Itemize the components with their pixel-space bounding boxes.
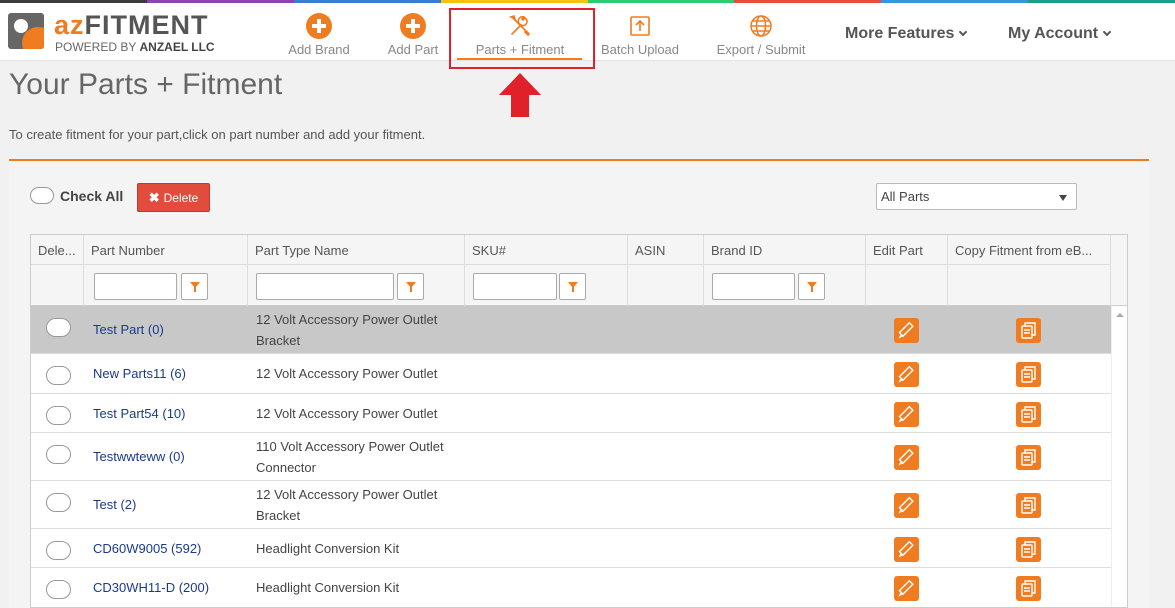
edit-part-button[interactable] [894, 318, 919, 343]
parts-grid: Dele... Part Number Part Type Name SKU# … [30, 234, 1128, 608]
filter-icon[interactable] [798, 273, 825, 300]
part-type-name: 110 Volt Accessory Power Outlet Connecto… [256, 439, 444, 475]
check-all-checkbox[interactable] [30, 187, 54, 204]
part-type-name: Headlight Conversion Kit [256, 580, 400, 595]
row-select-checkbox[interactable] [46, 318, 71, 337]
edit-part-button[interactable] [894, 493, 919, 518]
nav-export-submit[interactable]: Export / Submit [714, 3, 808, 61]
column-header-sku[interactable]: SKU# [465, 235, 628, 306]
chevron-down-icon [1102, 27, 1112, 37]
instruction-text: To create fitment for your part,click on… [9, 127, 426, 142]
delete-button[interactable]: ✖ Delete [137, 183, 210, 212]
my-account-dropdown[interactable]: My Account [1008, 25, 1112, 43]
globe-icon [750, 15, 772, 37]
part-type-name: Headlight Conversion Kit [256, 540, 400, 556]
table-row[interactable]: Testwwteww (0) 110 Volt Accessory Power O… [31, 433, 1111, 481]
brand-id-filter-input[interactable] [712, 273, 795, 300]
page-title: Your Parts + Fitment [9, 68, 283, 101]
copy-fitment-button[interactable] [1016, 362, 1041, 387]
part-type-name: 12 Volt Accessory Power Outlet Bracket [256, 312, 438, 348]
copy-fitment-button[interactable] [1016, 536, 1041, 562]
azfitment-logo[interactable]: azFITMENT POWERED BY ANZAEL LLC [8, 11, 218, 55]
filter-icon[interactable] [397, 273, 424, 300]
more-features-dropdown[interactable]: More Features [845, 25, 968, 43]
nav-batch-upload[interactable]: Batch Upload [600, 3, 680, 61]
parts-filter-select[interactable]: All Parts [876, 183, 1077, 210]
plus-circle-icon [400, 13, 426, 39]
part-number-link[interactable]: Testwwteww (0) [93, 449, 185, 464]
plus-circle-icon [306, 13, 332, 39]
column-header-part-number[interactable]: Part Number [84, 235, 248, 306]
column-header-brand-id[interactable]: Brand ID [704, 235, 866, 306]
part-number-link[interactable]: CD30WH11-D (200) [93, 580, 209, 595]
grid-header: Dele... Part Number Part Type Name SKU# … [31, 235, 1127, 306]
part-type-name: 12 Volt Accessory Power Outlet [256, 366, 438, 381]
upload-icon [630, 16, 650, 36]
column-header-edit-part: Edit Part [866, 235, 948, 306]
part-number-link[interactable]: New Parts11 (6) [93, 366, 186, 381]
table-row[interactable]: CD60W9005 (592) Headlight Conversion Kit [31, 529, 1111, 568]
edit-part-button[interactable] [894, 576, 919, 601]
copy-fitment-button[interactable] [1016, 445, 1041, 470]
part-number-link[interactable]: Test Part (0) [93, 322, 164, 337]
logo-mark-icon [8, 13, 44, 49]
part-number-link[interactable]: Test (2) [93, 497, 136, 512]
row-select-checkbox[interactable] [46, 406, 71, 425]
edit-part-button[interactable] [894, 362, 919, 387]
table-row[interactable]: New Parts11 (6) 12 Volt Accessory Power O… [31, 354, 1111, 394]
nav-add-brand[interactable]: Add Brand [282, 3, 356, 61]
table-row[interactable]: CD30WH11-D (200) Headlight Conversion Kit [31, 568, 1111, 607]
arrow-up-icon [499, 73, 541, 117]
part-number-filter-input[interactable] [94, 273, 177, 300]
column-header-copy-fitment: Copy Fitment from eB... [948, 235, 1111, 306]
copy-fitment-button[interactable] [1016, 576, 1041, 601]
row-select-checkbox[interactable] [46, 493, 71, 512]
copy-fitment-button[interactable] [1016, 401, 1041, 427]
edit-part-button[interactable] [894, 445, 919, 470]
part-number-link[interactable]: Test Part54 (10) [93, 406, 186, 421]
edit-part-button[interactable] [894, 401, 919, 427]
nav-add-part[interactable]: Add Part [382, 3, 444, 61]
column-header-delete: Dele... [31, 235, 84, 306]
table-row[interactable]: Test (2) 12 Volt Accessory Power Outlet B… [31, 481, 1111, 529]
row-select-checkbox[interactable] [46, 541, 71, 560]
part-type-name: 12 Volt Accessory Power Outlet Bracket [256, 487, 438, 523]
copy-fitment-button[interactable] [1016, 493, 1041, 518]
row-select-checkbox[interactable] [46, 445, 71, 464]
close-icon: ✖ [148, 189, 160, 205]
table-row[interactable]: Test Part (0) 12 Volt Accessory Power Out… [31, 306, 1111, 354]
part-type-name: 12 Volt Accessory Power Outlet [256, 405, 438, 421]
sku-filter-input[interactable] [473, 273, 557, 300]
table-row[interactable]: Test Part54 (10) 12 Volt Accessory Power … [31, 394, 1111, 433]
chevron-down-icon [959, 27, 968, 37]
column-header-part-type[interactable]: Part Type Name [248, 235, 465, 306]
row-select-checkbox[interactable] [46, 366, 71, 385]
annotation-highlight-box [449, 8, 595, 69]
filter-icon[interactable] [559, 273, 586, 300]
edit-part-button[interactable] [894, 536, 919, 562]
copy-fitment-button[interactable] [1016, 318, 1041, 343]
check-all-toggle[interactable]: Check All [30, 187, 123, 204]
part-number-link[interactable]: CD60W9005 (592) [93, 541, 201, 556]
filter-icon[interactable] [181, 273, 208, 300]
row-select-checkbox[interactable] [46, 580, 71, 599]
grid-scrollbar[interactable] [1111, 306, 1127, 607]
part-type-filter-input[interactable] [256, 273, 394, 300]
column-header-asin[interactable]: ASIN [628, 235, 704, 306]
